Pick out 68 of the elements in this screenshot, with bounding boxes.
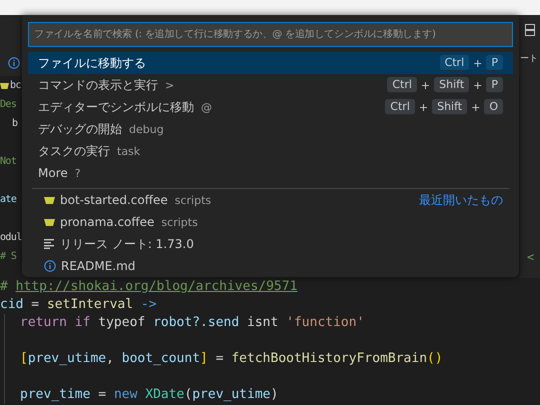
code-token: [: [20, 350, 28, 368]
code-token: boot_count: [122, 350, 200, 368]
command-item[interactable]: ファイルに移動する Ctrl + P: [28, 52, 513, 74]
key-cap: O: [484, 99, 503, 115]
code-token: prev_utime: [192, 386, 270, 404]
key-cap: P: [486, 55, 503, 71]
split-editor-icon[interactable]: [525, 24, 535, 36]
code-token: ]: [200, 350, 208, 368]
code-text: odul: [0, 232, 22, 243]
recent-file-item[interactable]: リリース ノート: 1.73.0: [28, 233, 513, 255]
plus-sign: +: [473, 78, 482, 92]
code-token: return: [20, 314, 67, 332]
search-field[interactable]: ファイルを名前で検索 (: を追加して行に移動するか、@ を追加してシンボルに移動します): [28, 22, 513, 47]
code-token: prev_time: [20, 386, 90, 404]
command-item[interactable]: More ?: [28, 162, 513, 184]
recent-file-item[interactable]: bot-started.coffee scripts 最近開いたもの: [28, 189, 513, 211]
coffee-cup-icon: [0, 82, 9, 90]
code-token: new: [114, 386, 138, 404]
info-icon: [8, 57, 20, 69]
coffee-cup-icon: [44, 218, 55, 226]
key-cap: Ctrl: [440, 55, 470, 71]
key-cap: Ctrl: [385, 99, 415, 115]
notification-text: ート: [520, 53, 538, 65]
command-item[interactable]: タスクの実行 task: [28, 140, 513, 162]
plus-sign: +: [418, 100, 428, 114]
command-item[interactable]: エディターでシンボルに移動 @ Ctrl + Shift + O: [28, 96, 513, 118]
recent-file-item[interactable]: pronama.coffee scripts: [28, 211, 513, 233]
lines-icon: [44, 239, 55, 249]
code-text: Des: [0, 99, 16, 110]
code-token: =: [97, 386, 108, 404]
code-token: fetchBootHistoryFromBrain: [231, 350, 428, 368]
tab-label[interactable]: bc: [10, 80, 21, 91]
code-token: cid: [0, 296, 24, 314]
code-token: ,: [106, 350, 115, 368]
code-token: (: [184, 386, 192, 404]
code-token: XDate: [144, 386, 184, 404]
code-token: #: [0, 278, 9, 296]
code-token: if: [74, 314, 90, 332]
code-token: =: [30, 296, 40, 314]
recent-file-item[interactable]: README.md: [28, 255, 513, 277]
code-token: robot?.send: [153, 314, 240, 332]
code-token: =: [214, 350, 225, 368]
key-cap: Shift: [434, 77, 470, 93]
code-token: ): [270, 386, 278, 404]
code-token: isnt: [246, 314, 280, 332]
coffee-cup-icon: [44, 196, 55, 204]
key-cap: Shift: [432, 99, 468, 115]
code-text: # S: [0, 251, 16, 262]
code-link[interactable]: http://shokai.org/blog/archives/9571: [16, 278, 298, 296]
code-token: 'function': [286, 314, 364, 332]
code-text: b: [11, 118, 18, 129]
info-icon: [44, 260, 56, 272]
code-token: typeof: [97, 314, 146, 332]
plus-sign: +: [420, 78, 430, 92]
code-text: ate: [0, 194, 16, 205]
key-cap: Ctrl: [387, 77, 417, 93]
code-text: <: [527, 250, 534, 264]
command-item[interactable]: コマンドの表示と実行 > Ctrl + Shift + P: [28, 74, 513, 96]
code-token: setInterval: [46, 296, 134, 314]
code-text: Not: [0, 156, 16, 167]
key-cap: P: [486, 77, 503, 93]
code-token: prev_utime: [28, 350, 106, 368]
command-item[interactable]: デバッグの開始 debug: [28, 118, 513, 140]
code-token: (): [427, 350, 443, 368]
plus-sign: +: [473, 56, 482, 70]
code-token: ->: [140, 296, 157, 314]
plus-sign: +: [471, 100, 480, 114]
recently-opened-label: 最近開いたもの: [419, 192, 503, 208]
